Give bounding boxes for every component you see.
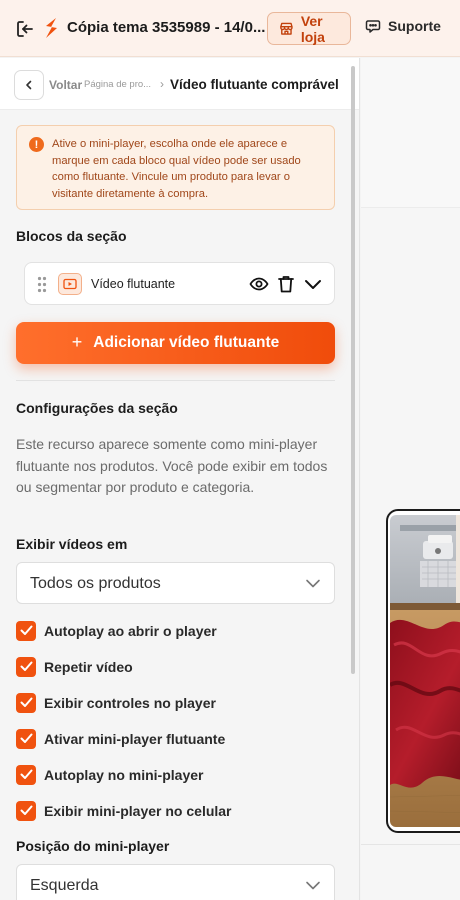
checkbox-autoplay-open[interactable]: Autoplay ao abrir o player: [16, 620, 217, 641]
store-icon: [280, 22, 293, 35]
checkbox-label: Repetir vídeo: [44, 658, 133, 675]
breadcrumb-parent[interactable]: Página de pro...: [84, 79, 151, 90]
display-field-label: Exibir vídeos em: [16, 536, 128, 552]
checkbox-label: Autoplay ao abrir o player: [44, 622, 217, 639]
settings-section-title: Configurações da seção: [16, 400, 178, 416]
block-label: Vídeo flutuante: [91, 277, 176, 291]
exit-editor-icon[interactable]: [14, 18, 36, 40]
checkbox-label: Ativar mini-player flutuante: [44, 730, 226, 747]
breadcrumb: Voltar Página de pro... › Vídeo flutuant…: [0, 58, 359, 110]
settings-sidebar: Voltar Página de pro... › Vídeo flutuant…: [0, 58, 360, 900]
divider: [16, 380, 335, 381]
chat-icon: [365, 20, 381, 33]
position-field-label: Posição do mini-player: [16, 838, 170, 854]
blocks-section-title: Blocos da seção: [16, 228, 127, 244]
display-select[interactable]: Todos os produtos: [16, 562, 335, 604]
checkbox-repeat-video[interactable]: Repetir vídeo: [16, 656, 133, 677]
info-notice-text: Ative o mini-player, escolha onde ele ap…: [52, 138, 301, 200]
checkbox-autoplay-mini-player[interactable]: Autoplay no mini-player: [16, 764, 203, 785]
back-button[interactable]: [14, 70, 44, 100]
checkbox-checked-icon[interactable]: [16, 800, 36, 821]
sidebar-scrollbar[interactable]: [351, 66, 355, 674]
breadcrumb-separator: ›: [160, 77, 164, 91]
position-select-value: Esquerda: [30, 877, 99, 894]
chevron-down-icon: [306, 881, 320, 890]
video-block-icon: [58, 273, 82, 295]
plus-icon: +: [71, 331, 83, 352]
checkbox-checked-icon[interactable]: [16, 728, 36, 749]
view-store-label: Ver loja: [300, 12, 325, 45]
support-label: Suporte: [388, 18, 441, 34]
settings-description: Este recurso aparece somente como mini-p…: [16, 436, 328, 495]
checkbox-label: Autoplay no mini-player: [44, 766, 204, 783]
checkbox-checked-icon[interactable]: [16, 656, 36, 677]
floating-mini-player[interactable]: [386, 509, 460, 833]
support-button[interactable]: Suporte: [365, 18, 441, 34]
page-title: Vídeo flutuante comprável: [170, 77, 339, 92]
chevron-down-icon: [306, 579, 320, 588]
video-thumbnail[interactable]: [390, 515, 460, 827]
checkbox-label: Exibir mini-player no celular: [44, 802, 232, 819]
info-notice: ! Ative o mini-player, escolha onde ele …: [16, 125, 335, 210]
checkbox-checked-icon[interactable]: [16, 620, 36, 641]
add-block-button[interactable]: + Adicionar vídeo flutuante: [16, 322, 335, 364]
checkbox-checked-icon[interactable]: [16, 692, 36, 713]
eye-icon[interactable]: [249, 274, 269, 294]
top-bar: Cópia tema 3535989 - 14/0... Ver loja Su…: [0, 0, 460, 57]
view-store-button[interactable]: Ver loja: [267, 12, 351, 45]
preview-header-area: [361, 58, 460, 208]
store-preview: [361, 58, 460, 900]
brand-logo: [42, 16, 60, 40]
preview-divider: [361, 844, 460, 845]
add-block-label: Adicionar vídeo flutuante: [93, 334, 280, 351]
block-item[interactable]: Vídeo flutuante: [24, 262, 335, 305]
checkbox-label: Exibir controles no player: [44, 694, 216, 711]
checkbox-mobile-mini-player[interactable]: Exibir mini-player no celular: [16, 800, 232, 821]
checkbox-checked-icon[interactable]: [16, 764, 36, 785]
display-select-value: Todos os produtos: [30, 575, 161, 592]
trash-icon[interactable]: [276, 274, 296, 294]
theme-title[interactable]: Cópia tema 3535989 - 14/0...: [67, 19, 265, 36]
checkbox-show-controls[interactable]: Exibir controles no player: [16, 692, 216, 713]
checkbox-enable-mini-player[interactable]: Ativar mini-player flutuante: [16, 728, 225, 749]
drag-handle-icon[interactable]: [37, 276, 47, 293]
chevron-down-icon[interactable]: [303, 274, 323, 294]
back-link[interactable]: Voltar: [49, 78, 82, 92]
chevron-left-icon: [26, 80, 32, 90]
position-select[interactable]: Esquerda: [16, 864, 335, 900]
info-icon: !: [29, 137, 44, 152]
